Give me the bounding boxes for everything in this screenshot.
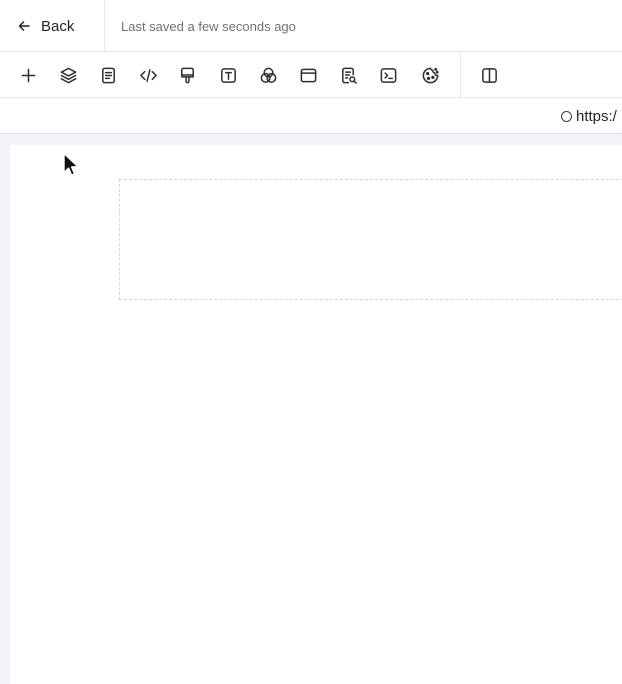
cookie-button[interactable] [410, 52, 450, 98]
split-view-icon [481, 67, 497, 83]
editor-toolbar [0, 52, 622, 98]
split-view-button[interactable] [469, 52, 509, 98]
seo-button[interactable] [328, 52, 368, 98]
plus-icon [21, 68, 35, 82]
paint-brush-icon [180, 67, 194, 83]
cookie-icon [422, 67, 439, 83]
back-button[interactable]: Back [0, 0, 105, 52]
page-builder-app: Back Last saved a few seconds ago https:… [0, 0, 622, 684]
mouse-cursor-icon [63, 152, 79, 176]
code-button[interactable] [128, 52, 168, 98]
browser-window-icon [300, 68, 316, 82]
container-button[interactable] [288, 52, 328, 98]
pages-button[interactable] [88, 52, 128, 98]
style-brush-button[interactable] [167, 52, 207, 98]
toolbar-divider [460, 52, 461, 98]
text-icon [220, 67, 236, 83]
save-status-text: Last saved a few seconds ago [121, 18, 296, 34]
arrow-left-icon [18, 21, 30, 31]
url-status-circle-icon [561, 110, 572, 122]
add-button[interactable] [8, 52, 48, 98]
terminal-icon [380, 67, 396, 83]
page-search-icon [341, 67, 357, 84]
code-icon [139, 68, 157, 82]
empty-dropzone[interactable] [119, 179, 622, 300]
page-icon [101, 67, 115, 83]
layers-button[interactable] [48, 52, 88, 98]
color-circles-icon [260, 67, 276, 83]
url-text: https:/ [576, 107, 617, 125]
terminal-button[interactable] [368, 52, 408, 98]
url-field[interactable]: https:/ [561, 98, 617, 134]
url-bar: https:/ [0, 98, 622, 134]
text-button[interactable] [208, 52, 248, 98]
back-label: Back [41, 17, 75, 35]
layers-icon [60, 67, 76, 83]
colors-button[interactable] [248, 52, 288, 98]
top-bar: Back Last saved a few seconds ago [0, 0, 622, 52]
